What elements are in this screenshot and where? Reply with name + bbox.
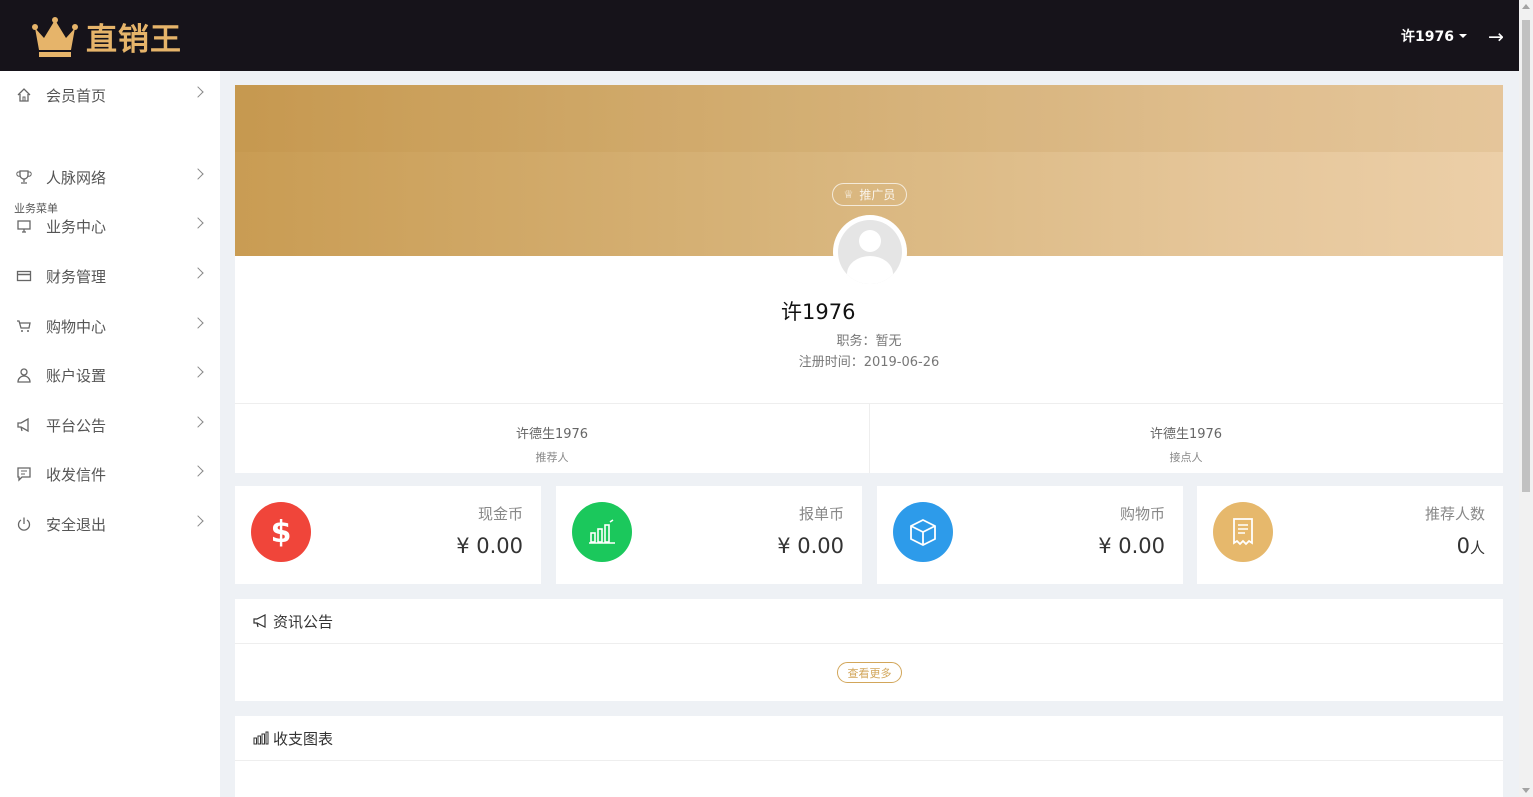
referrer-name: 许德生1976 <box>515 427 589 442</box>
stat-label: 现金币 <box>477 505 523 523</box>
sidebar-item-logout[interactable]: 安全退出 <box>0 500 220 548</box>
sidebar-item-finance[interactable]: 财务管理 <box>0 252 220 300</box>
profile-name: 许1976 <box>781 300 856 324</box>
chevron-right-icon <box>192 217 204 229</box>
credit-card-icon <box>16 268 32 284</box>
chevron-right-icon <box>192 317 204 329</box>
contact-name: 许德生1976 <box>1149 427 1223 442</box>
receipt-icon <box>1213 502 1273 562</box>
sidebar-item-label: 业务中心 <box>46 217 107 236</box>
stat-value-unit: 人 <box>1469 539 1485 557</box>
bar-chart-icon <box>253 731 269 745</box>
megaphone-icon <box>16 417 32 433</box>
sidebar-item-label: 会员首页 <box>46 86 107 105</box>
stat-label: 推荐人数 <box>1424 505 1485 523</box>
sidebar-item-label: 安全退出 <box>46 515 107 534</box>
home-icon <box>16 87 32 103</box>
chevron-right-icon <box>192 86 204 98</box>
megaphone-icon <box>253 614 266 628</box>
stat-value: ¥ 0.00 <box>1098 534 1165 558</box>
stat-value: ¥ 0.00 <box>456 534 523 558</box>
scroll-up-icon[interactable] <box>1522 4 1530 9</box>
top-bar: 直销王 许1976 → <box>0 0 1519 71</box>
stat-label: 购物币 <box>1119 505 1165 523</box>
user-name: 许1976 <box>1401 29 1454 45</box>
news-panel: 资讯公告 查看更多 <box>235 599 1503 701</box>
user-icon <box>16 367 32 383</box>
box-icon <box>893 502 953 562</box>
stat-value: ¥ 0.00 <box>777 534 844 558</box>
profile-job: 职务：暂无 <box>836 334 902 349</box>
panel-header: 资讯公告 <box>235 599 1503 644</box>
profile-card: ♕ 推广员 许1976 职务：暂无 注册时间：2019-06-26 许德生197… <box>235 85 1503 473</box>
stat-card-order: 报单币 ¥ 0.00 <box>556 486 862 584</box>
cart-icon <box>16 318 32 334</box>
sidebar-item-shopping[interactable]: 购物中心 <box>0 302 220 350</box>
scroll-down-icon[interactable] <box>1522 788 1530 793</box>
contact-role: 接点人 <box>1169 451 1203 464</box>
sidebar-item-business[interactable]: 业务中心 <box>0 202 220 250</box>
sidebar-item-label: 收发信件 <box>46 465 107 484</box>
stat-card-shopping: 购物币 ¥ 0.00 <box>877 486 1183 584</box>
contact-info: 许德生1976 接点人 <box>869 423 1503 465</box>
avatar-body <box>847 256 893 284</box>
crown-icon <box>32 16 78 57</box>
chevron-right-icon <box>192 366 204 378</box>
stat-card-cash: $ 现金币 ¥ 0.00 <box>235 486 541 584</box>
message-icon <box>16 466 32 482</box>
crown-icon: ♕ <box>843 188 854 201</box>
sidebar-item-home[interactable]: 会员首页 <box>0 71 220 119</box>
chevron-right-icon <box>192 515 204 527</box>
avatar-head <box>859 230 881 252</box>
dollar-icon: $ <box>251 502 311 562</box>
bar-chart-icon <box>572 502 632 562</box>
monitor-icon <box>16 218 32 234</box>
member-level-badge: ♕ 推广员 <box>832 183 907 206</box>
caret-down-icon <box>1458 34 1467 38</box>
avatar[interactable] <box>833 215 907 289</box>
chevron-right-icon <box>192 465 204 477</box>
profile-register-time: 注册时间：2019-06-26 <box>798 355 940 370</box>
sidebar-item-account[interactable]: 账户设置 <box>0 351 220 399</box>
stat-value-number: 0 <box>1456 534 1470 558</box>
panel-title: 资讯公告 <box>273 612 334 631</box>
sidebar-item-label: 账户设置 <box>46 366 107 385</box>
badge-label: 推广员 <box>859 188 896 202</box>
panel-header: 收支图表 <box>235 716 1503 761</box>
sidebar-item-label: 财务管理 <box>46 267 107 286</box>
scroll-thumb[interactable] <box>1522 20 1530 492</box>
sidebar-item-label: 购物中心 <box>46 317 107 336</box>
stat-label: 报单币 <box>798 505 844 523</box>
brand-name: 直销王 <box>86 22 182 58</box>
page-scrollbar[interactable] <box>1519 0 1533 797</box>
chevron-right-icon <box>192 267 204 279</box>
trophy-icon <box>16 169 32 185</box>
avatar-placeholder <box>838 220 902 284</box>
stat-value: 0人 <box>1457 534 1485 558</box>
referrer-role: 推荐人 <box>535 451 569 464</box>
referrer-info: 许德生1976 推荐人 <box>235 423 869 465</box>
logo[interactable]: 直销王 <box>32 14 182 59</box>
sidebar-item-messages[interactable]: 收发信件 <box>0 450 220 498</box>
arrow-right-icon[interactable]: → <box>1488 26 1504 48</box>
panel-title: 收支图表 <box>273 729 334 748</box>
sidebar-item-label: 人脉网络 <box>46 168 107 187</box>
sidebar-item-network[interactable]: 人脉网络 <box>0 153 220 201</box>
chevron-right-icon <box>192 168 204 180</box>
stat-card-referrals: 推荐人数 0人 <box>1197 486 1503 584</box>
banner-overlay <box>235 85 1503 152</box>
sidebar-item-label: 平台公告 <box>46 416 107 435</box>
view-more-button[interactable]: 查看更多 <box>837 662 902 683</box>
user-menu[interactable]: 许1976 <box>1401 26 1467 46</box>
sidebar-item-announcement[interactable]: 平台公告 <box>0 401 220 449</box>
income-chart-panel: 收支图表 <box>235 716 1503 797</box>
sidebar: 会员首页 业务菜单 人脉网络 业务中心 财务管理 购物中心 账户设置 平台公告 … <box>0 71 220 797</box>
chevron-right-icon <box>192 416 204 428</box>
power-icon <box>16 516 32 532</box>
